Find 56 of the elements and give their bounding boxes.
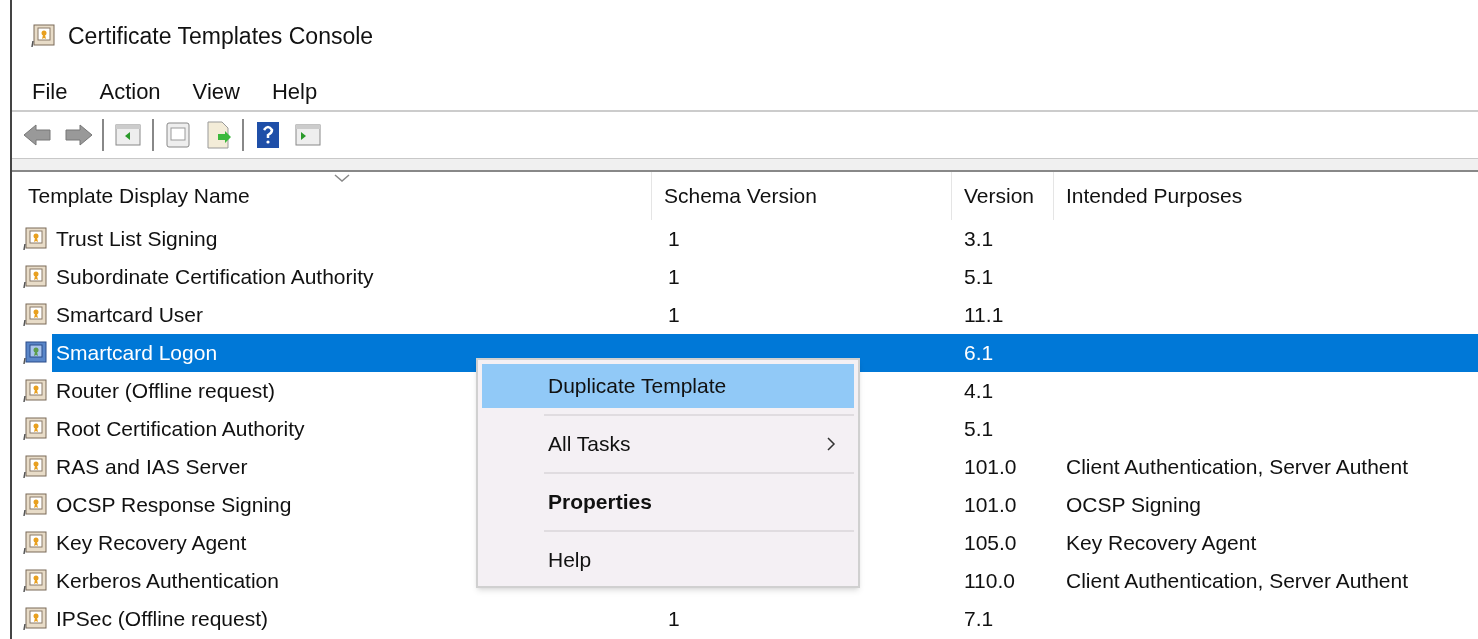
menu-item[interactable]: Properties — [482, 480, 854, 524]
table-cell[interactable]: Kerberos Authentication — [52, 562, 279, 600]
table-cell-text: 6.1 — [964, 340, 994, 367]
certificate-icon — [22, 302, 48, 328]
certificate-icon — [22, 264, 48, 290]
certificate-icon — [22, 340, 48, 366]
table-cell[interactable]: IPSec (Offline request) — [52, 600, 269, 638]
menu-item[interactable]: View — [192, 74, 240, 108]
certificate-icon — [22, 454, 48, 480]
table-cell[interactable]: Smartcard User — [52, 296, 204, 334]
table-cell-text: 1 — [668, 226, 680, 253]
certificate-icon — [22, 530, 48, 556]
table-cell-text: 11.1 — [964, 302, 1004, 329]
window-title: Certificate Templates Console — [68, 21, 374, 51]
menu-item[interactable]: Duplicate Template — [482, 364, 854, 408]
table-cell[interactable]: Router (Offline request) — [52, 372, 276, 410]
table-cell-text: Client Authentication, Server Authent — [1066, 454, 1409, 481]
menu-item[interactable]: File — [32, 74, 68, 108]
table-cell[interactable]: OCSP Response Signing — [52, 486, 292, 524]
certificate-icon — [22, 492, 48, 518]
table-cell-text: 4.1 — [964, 378, 994, 405]
table-cell-text: 3.1 — [964, 226, 994, 253]
table-cell[interactable]: RAS and IAS Server — [52, 448, 248, 486]
table-cell-text: 110.0 — [964, 568, 1015, 595]
table-cell-text: 1 — [668, 302, 680, 329]
table-cell[interactable]: Trust List Signing — [52, 220, 218, 258]
column-header[interactable]: Intended Purposes — [1054, 172, 1478, 220]
certificate-icon — [22, 226, 48, 252]
menu-item[interactable]: Help — [482, 538, 854, 582]
table-cell-text: 1 — [668, 606, 680, 633]
chevron-right-icon — [826, 436, 836, 452]
certificate-icon — [30, 23, 56, 49]
table-cell-text: 101.0 — [964, 492, 1017, 519]
certificate-icon — [22, 378, 48, 404]
table-cell-text: 5.1 — [964, 416, 994, 443]
certificate-icon — [22, 568, 48, 594]
sort-caret-icon — [334, 174, 350, 182]
certificate-icon — [22, 606, 48, 632]
column-header[interactable]: Schema Version — [652, 172, 952, 220]
table-cell-text: Client Authentication, Server Authent — [1066, 568, 1409, 595]
table-cell[interactable]: Subordinate Certification Authority — [52, 258, 374, 296]
column-header[interactable]: Template Display Name — [12, 172, 652, 220]
table-cell-text: 105.0 — [964, 530, 1017, 557]
column-header[interactable]: Version — [952, 172, 1054, 220]
menu-item[interactable]: All Tasks — [482, 422, 854, 466]
table-cell-text: 5.1 — [964, 264, 994, 291]
certificate-icon — [22, 416, 48, 442]
table-cell-text: OCSP Signing — [1066, 492, 1202, 519]
table-cell-text: 101.0 — [964, 454, 1017, 481]
table-cell[interactable]: Root Certification Authority — [52, 410, 305, 448]
table-cell-text: Key Recovery Agent — [1066, 530, 1257, 557]
table-cell-text: 7.1 — [964, 606, 994, 633]
table-cell[interactable]: Key Recovery Agent — [52, 524, 247, 562]
table-cell-text: 1 — [668, 264, 680, 291]
menu-item[interactable]: Help — [271, 74, 318, 108]
menu-item[interactable]: Action — [99, 74, 161, 108]
